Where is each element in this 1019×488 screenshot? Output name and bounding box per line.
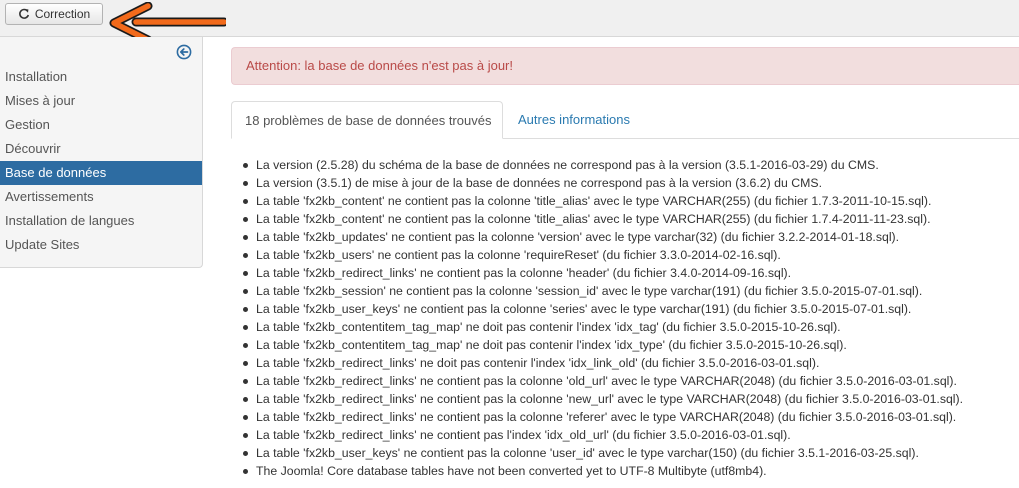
list-item: La table 'fx2kb_redirect_links' ne conti… bbox=[240, 408, 1019, 426]
correction-button-label: Correction bbox=[34, 7, 91, 21]
sidebar-item-updates[interactable]: Mises à jour bbox=[0, 89, 202, 113]
problems-list: La version (2.5.28) du schéma de la base… bbox=[240, 156, 1019, 480]
collapse-sidebar-icon[interactable] bbox=[176, 44, 192, 63]
sidebar-item-update-sites[interactable]: Update Sites bbox=[0, 233, 202, 257]
list-item: La version (2.5.28) du schéma de la base… bbox=[240, 156, 1019, 174]
list-item: La table 'fx2kb_updates' ne contient pas… bbox=[240, 228, 1019, 246]
list-item: La table 'fx2kb_users' ne contient pas l… bbox=[240, 246, 1019, 264]
list-item: La table 'fx2kb_contentitem_tag_map' ne … bbox=[240, 318, 1019, 336]
list-item: La table 'fx2kb_redirect_links' ne doit … bbox=[240, 354, 1019, 372]
list-item: La table 'fx2kb_user_keys' ne contient p… bbox=[240, 444, 1019, 462]
list-item: La table 'fx2kb_user_keys' ne contient p… bbox=[240, 300, 1019, 318]
list-item: La table 'fx2kb_content' ne contient pas… bbox=[240, 192, 1019, 210]
toolbar: Correction bbox=[0, 0, 1019, 45]
sidebar-item-warnings[interactable]: Avertissements bbox=[0, 185, 202, 209]
tab-bar: 18 problèmes de base de données trouvés … bbox=[231, 101, 1019, 139]
alert-message: Attention: la base de données n'est pas … bbox=[246, 58, 514, 73]
tab-database-problems[interactable]: 18 problèmes de base de données trouvés bbox=[231, 101, 503, 139]
tab-other-information[interactable]: Autres informations bbox=[518, 101, 630, 138]
list-item: La table 'fx2kb_session' ne contient pas… bbox=[240, 282, 1019, 300]
list-item: The Joomla! Core database tables have no… bbox=[240, 462, 1019, 480]
sidebar-item-installation[interactable]: Installation bbox=[0, 65, 202, 89]
sidebar-item-discover[interactable]: Découvrir bbox=[0, 137, 202, 161]
sidebar-item-database[interactable]: Base de données bbox=[0, 161, 202, 185]
list-item: La table 'fx2kb_redirect_links' ne conti… bbox=[240, 372, 1019, 390]
list-item: La table 'fx2kb_content' ne contient pas… bbox=[240, 210, 1019, 228]
sidebar-menu: Installation Mises à jour Gestion Découv… bbox=[0, 65, 202, 257]
sidebar: Installation Mises à jour Gestion Découv… bbox=[0, 37, 203, 268]
sidebar-item-manage[interactable]: Gestion bbox=[0, 113, 202, 137]
list-item: La version (3.5.1) de mise à jour de la … bbox=[240, 174, 1019, 192]
list-item: La table 'fx2kb_redirect_links' ne conti… bbox=[240, 390, 1019, 408]
refresh-icon bbox=[18, 8, 30, 20]
database-warning-alert: Attention: la base de données n'est pas … bbox=[231, 47, 1019, 85]
list-item: La table 'fx2kb_contentitem_tag_map' ne … bbox=[240, 336, 1019, 354]
list-item: La table 'fx2kb_redirect_links' ne conti… bbox=[240, 426, 1019, 444]
sidebar-item-install-languages[interactable]: Installation de langues bbox=[0, 209, 202, 233]
list-item: La table 'fx2kb_redirect_links' ne conti… bbox=[240, 264, 1019, 282]
correction-button[interactable]: Correction bbox=[5, 3, 103, 25]
